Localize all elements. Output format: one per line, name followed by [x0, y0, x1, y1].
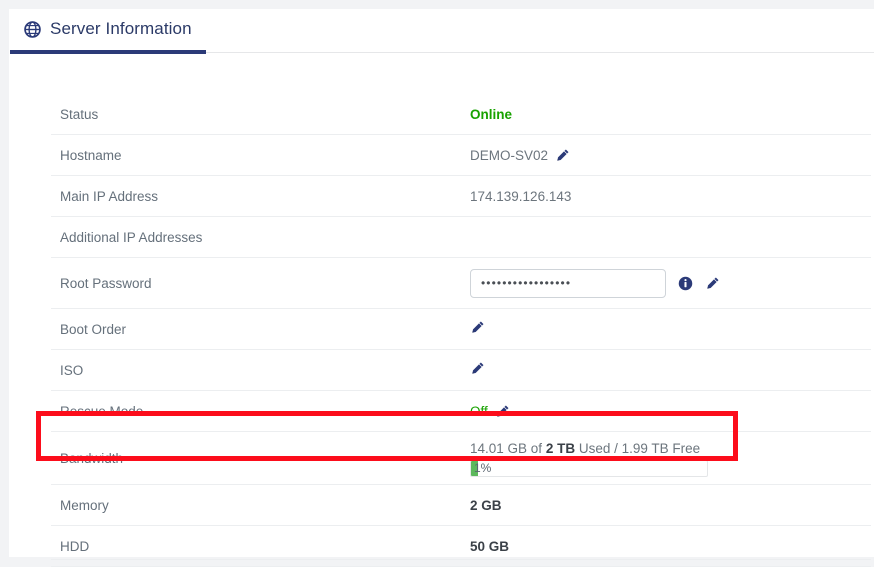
- table-row: ISO: [51, 350, 871, 391]
- bandwidth-used-suffix: Used /: [575, 440, 622, 456]
- row-label-root-password: Root Password: [60, 275, 152, 291]
- row-label-additional-ip: Additional IP Addresses: [60, 229, 203, 245]
- tab-label: Server Information: [50, 19, 192, 38]
- pencil-icon[interactable]: [470, 361, 485, 376]
- row-label-bandwidth: Bandwidth: [60, 450, 124, 466]
- hdd-value: 50 GB: [470, 538, 510, 554]
- bandwidth-of-text: of: [527, 440, 546, 456]
- row-value-rescue-mode: Off: [470, 391, 871, 432]
- pencil-icon[interactable]: [470, 320, 485, 335]
- table-row: HDD 50 GB: [51, 526, 871, 567]
- row-label-iso: ISO: [60, 362, 84, 378]
- memory-value: 2 GB: [470, 497, 502, 513]
- root-password-input[interactable]: [470, 268, 666, 298]
- bandwidth-used: 14.01 GB: [470, 440, 528, 456]
- tab-active-underline: [10, 50, 206, 54]
- row-value-additional-ip: [470, 217, 871, 258]
- bandwidth-summary: 14.01 GB of 2 TB Used / 1.99 TB Free: [470, 440, 871, 457]
- hostname-value: DEMO-SV02: [470, 147, 549, 163]
- info-circle-icon[interactable]: [678, 276, 693, 291]
- table-row: Main IP Address 174.139.126.143: [51, 176, 871, 217]
- row-value-main-ip: 174.139.126.143: [470, 188, 572, 204]
- row-label-hostname: Hostname: [60, 147, 122, 163]
- rescue-mode-value: Off: [470, 403, 488, 419]
- bottom-divider: [51, 559, 871, 560]
- row-value-iso: [470, 350, 871, 391]
- row-value-status: Online: [470, 94, 871, 135]
- table-row: Bandwidth 14.01 GB of 2 TB Used / 1.99 T…: [51, 432, 871, 485]
- row-value-memory: 2 GB: [470, 485, 871, 526]
- row-value-boot-order: [470, 309, 871, 350]
- row-label-hdd: HDD: [60, 538, 90, 554]
- row-value-hdd: 50 GB: [470, 526, 871, 567]
- table-row: Boot Order: [51, 309, 871, 350]
- tab-server-information[interactable]: Server Information: [10, 13, 206, 48]
- row-value-hostname: DEMO-SV02: [470, 135, 871, 176]
- server-information-table: Status Online Hostname DEMO-SV02 Main IP…: [51, 94, 871, 567]
- table-row: Memory 2 GB: [51, 485, 871, 526]
- row-label-boot-order: Boot Order: [60, 321, 127, 337]
- row-label-status: Status: [60, 106, 99, 122]
- row-value-bandwidth: 14.01 GB of 2 TB Used / 1.99 TB Free 1%: [470, 432, 871, 485]
- row-value-root-password: [470, 258, 871, 309]
- content-card: Server Information Status Online Hostnam…: [9, 9, 874, 567]
- table-row: Hostname DEMO-SV02: [51, 135, 871, 176]
- status-badge: Online: [470, 106, 513, 122]
- bandwidth-progress-label: 1%: [474, 460, 492, 475]
- pencil-icon[interactable]: [705, 276, 720, 291]
- table-row: Status Online: [51, 94, 871, 135]
- page-root: Server Information Status Online Hostnam…: [0, 0, 874, 567]
- tab-bar-rule: [206, 52, 874, 53]
- bandwidth-total: 2 TB: [545, 440, 576, 456]
- row-label-main-ip: Main IP Address: [60, 188, 159, 204]
- globe-icon: [24, 20, 41, 38]
- bandwidth-progress-bar: 1%: [470, 459, 708, 477]
- table-row: Rescue Mode Off: [51, 391, 871, 432]
- row-label-rescue-mode: Rescue Mode: [60, 403, 144, 419]
- table-row: Additional IP Addresses: [51, 217, 871, 258]
- tab-bar: Server Information: [10, 9, 874, 54]
- table-row: Root Password: [51, 258, 871, 309]
- pencil-icon[interactable]: [555, 148, 570, 163]
- row-label-memory: Memory: [60, 497, 109, 513]
- bandwidth-free: 1.99 TB Free: [621, 440, 701, 456]
- pencil-icon[interactable]: [495, 404, 510, 419]
